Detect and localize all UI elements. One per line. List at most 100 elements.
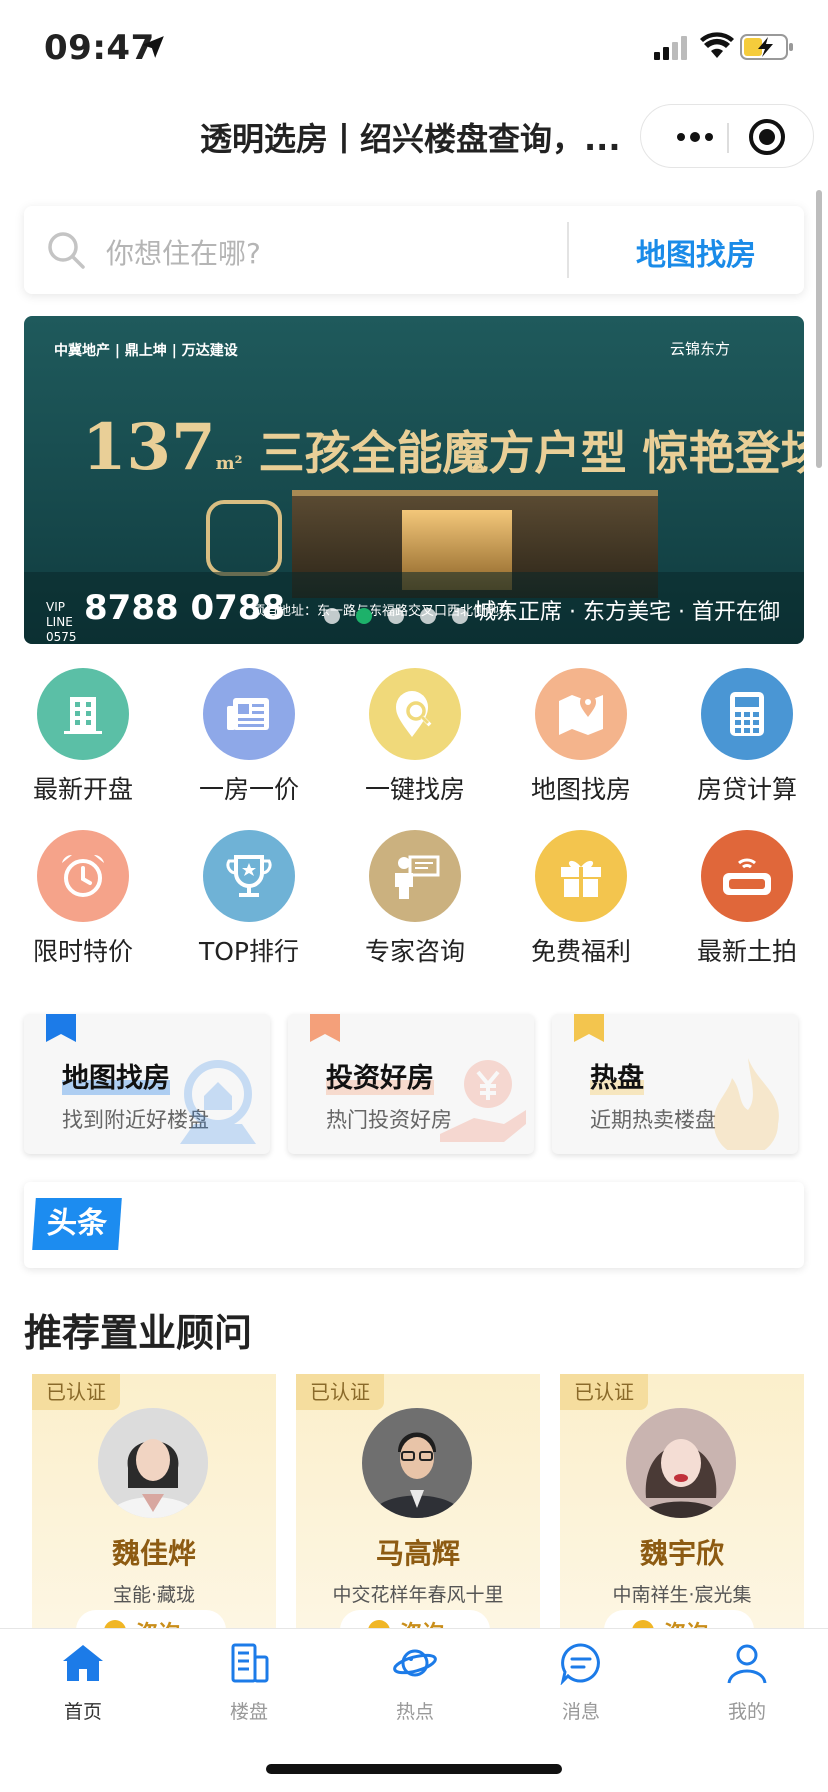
banner-pagination — [324, 608, 468, 624]
quick-item-label: 地图找房 — [530, 775, 631, 804]
search-input[interactable]: 你想住在哪? — [106, 232, 261, 272]
tab-label: 首页 — [63, 1701, 102, 1723]
banner-dot[interactable] — [388, 608, 404, 624]
map-pin-icon — [535, 668, 627, 760]
tab-properties[interactable]: 楼盘 — [166, 1641, 332, 1731]
banner-dot[interactable] — [420, 608, 436, 624]
advisor-card[interactable]: 已认证 魏宇欣 中南祥生·宸光集 咨询 — [560, 1374, 804, 1630]
tab-label: 楼盘 — [229, 1701, 268, 1723]
capsule-divider — [727, 123, 729, 153]
feature-card-title: 地图找房 — [62, 1056, 170, 1095]
tab-messages[interactable]: 消息 — [498, 1641, 664, 1731]
planet-icon — [393, 1649, 437, 1677]
advisor-project: 宝能·藏珑 — [112, 1584, 196, 1606]
banner-area-unit: m² — [215, 453, 243, 474]
more-options-button[interactable] — [663, 105, 727, 169]
banner-emblem-icon — [206, 500, 282, 576]
scrollbar[interactable] — [816, 190, 822, 468]
banner-area-number: 137 — [82, 410, 216, 485]
profile-icon — [727, 1644, 767, 1684]
message-icon — [560, 1643, 600, 1685]
quick-item-label: 专家咨询 — [364, 937, 465, 966]
feature-card-investment[interactable]: 投资好房 热门投资好房 — [288, 1014, 534, 1154]
banner-dot[interactable] — [324, 608, 340, 624]
tab-label: 我的 — [727, 1701, 766, 1723]
quick-item-label: 一房一价 — [198, 775, 299, 804]
banner-headline: 137m² 三孩全能魔方户型 惊艳登场 — [82, 410, 804, 485]
headline-tag: 头条 — [32, 1198, 122, 1250]
flame-icon — [713, 1058, 779, 1150]
tab-profile[interactable]: 我的 — [664, 1641, 828, 1731]
quick-item-label: 一键找房 — [364, 775, 465, 804]
advisor-name: 魏佳烨 — [111, 1537, 196, 1570]
quick-item-free-benefits[interactable]: 免费福利 — [498, 826, 664, 976]
alarm-clock-icon — [37, 830, 129, 922]
banner-dot-active[interactable] — [356, 608, 372, 624]
tab-hotspot[interactable]: 热点 — [332, 1641, 498, 1731]
promo-banner[interactable]: 中冀地产 | 鼎上坤 | 万达建设 云锦东方 137m² 三孩全能魔方户型 惊艳… — [24, 316, 804, 644]
location-arrow-icon — [142, 36, 164, 58]
quick-item-label: 最新开盘 — [32, 775, 133, 804]
quick-item-land-auction[interactable]: 最新土拍 — [664, 826, 828, 976]
building-icon — [37, 668, 129, 760]
banner-vip-line: VIP LINE 0575 — [46, 600, 77, 644]
banner-brand-left: 中冀地产 | 鼎上坤 | 万达建设 — [54, 343, 238, 359]
yen-coin-hand-icon — [440, 1060, 526, 1142]
advisor-name: 魏宇欣 — [639, 1537, 724, 1570]
quick-item-map-search[interactable]: 地图找房 — [498, 664, 664, 814]
avatar — [362, 1408, 472, 1518]
avatar — [98, 1408, 208, 1518]
close-miniprogram-button[interactable] — [749, 119, 785, 155]
section-title-advisors: 推荐置业顾问 — [24, 1311, 253, 1355]
miniprogram-capsule — [640, 104, 814, 168]
banner-dot[interactable] — [452, 608, 468, 624]
newspaper-icon — [203, 668, 295, 760]
presenter-icon — [369, 830, 461, 922]
quick-item-label: 房贷计算 — [696, 775, 797, 804]
consult-button[interactable]: 咨询 — [340, 1610, 490, 1630]
consult-button[interactable]: 咨询 — [604, 1610, 754, 1630]
banner-slogan: 城东正席 · 东方美宅 · 首开在御 — [474, 600, 780, 625]
headline-news-card[interactable]: 头条 — [24, 1182, 804, 1268]
search-bar[interactable]: 你想住在哪? 地图找房 — [24, 206, 804, 294]
feature-card-hot[interactable]: 热盘 近期热卖楼盘 — [552, 1014, 798, 1154]
quick-item-label: 限时特价 — [32, 937, 133, 966]
advisor-project: 中南祥生·宸光集 — [612, 1584, 752, 1606]
bookmark-flag-icon — [574, 1014, 604, 1042]
quick-item-expert-consult[interactable]: 专家咨询 — [332, 826, 498, 976]
search-icon — [48, 232, 85, 269]
home-icon — [63, 1645, 103, 1681]
quick-item-label: TOP排行 — [198, 937, 300, 966]
wifi-icon — [700, 32, 734, 58]
avatar — [626, 1408, 736, 1518]
quick-item-one-click-search[interactable]: 一键找房 — [332, 664, 498, 814]
quick-item-limited-offer[interactable]: 限时特价 — [0, 826, 166, 976]
building-list-icon — [231, 1643, 269, 1683]
vr-headset-icon — [701, 830, 793, 922]
quick-item-latest-opening[interactable]: 最新开盘 — [0, 664, 166, 814]
quick-item-one-price[interactable]: 一房一价 — [166, 664, 332, 814]
app-screen: 09:47 透明选房丨绍兴楼盘查询，... 你想住在哪? 地图找房 中冀地产 |… — [0, 0, 828, 1792]
map-search-button[interactable]: 地图找房 — [636, 230, 756, 274]
consult-button[interactable]: 咨询 — [76, 1610, 226, 1630]
feature-card-title: 投资好房 — [326, 1056, 434, 1095]
feature-card-title: 热盘 — [590, 1056, 644, 1095]
bookmark-flag-icon — [46, 1014, 76, 1042]
quick-item-mortgage-calc[interactable]: 房贷计算 — [664, 664, 828, 814]
feature-card-map-search[interactable]: 地图找房 找到附近好楼盘 — [24, 1014, 270, 1154]
tab-label: 热点 — [395, 1701, 434, 1723]
advisor-name: 马高辉 — [375, 1537, 460, 1570]
verified-badge: 已认证 — [32, 1374, 120, 1410]
tab-home[interactable]: 首页 — [0, 1641, 166, 1731]
advisor-card[interactable]: 已认证 魏佳烨 宝能·藏珑 咨询 — [32, 1374, 276, 1630]
home-indicator[interactable] — [266, 1764, 562, 1774]
verified-badge: 已认证 — [296, 1374, 384, 1410]
quick-item-top-ranking[interactable]: TOP排行 — [166, 826, 332, 976]
banner-brand-right: 云锦东方 — [670, 340, 731, 358]
quick-item-label: 最新土拍 — [696, 937, 797, 966]
banner-headline-text: 三孩全能魔方户型 惊艳登场 — [258, 426, 804, 480]
advisor-card[interactable]: 已认证 马高辉 中交花样年春风十里 咨询 — [296, 1374, 540, 1630]
gift-icon — [535, 830, 627, 922]
status-bar: 09:47 — [0, 0, 828, 90]
bookmark-flag-icon — [310, 1014, 340, 1042]
